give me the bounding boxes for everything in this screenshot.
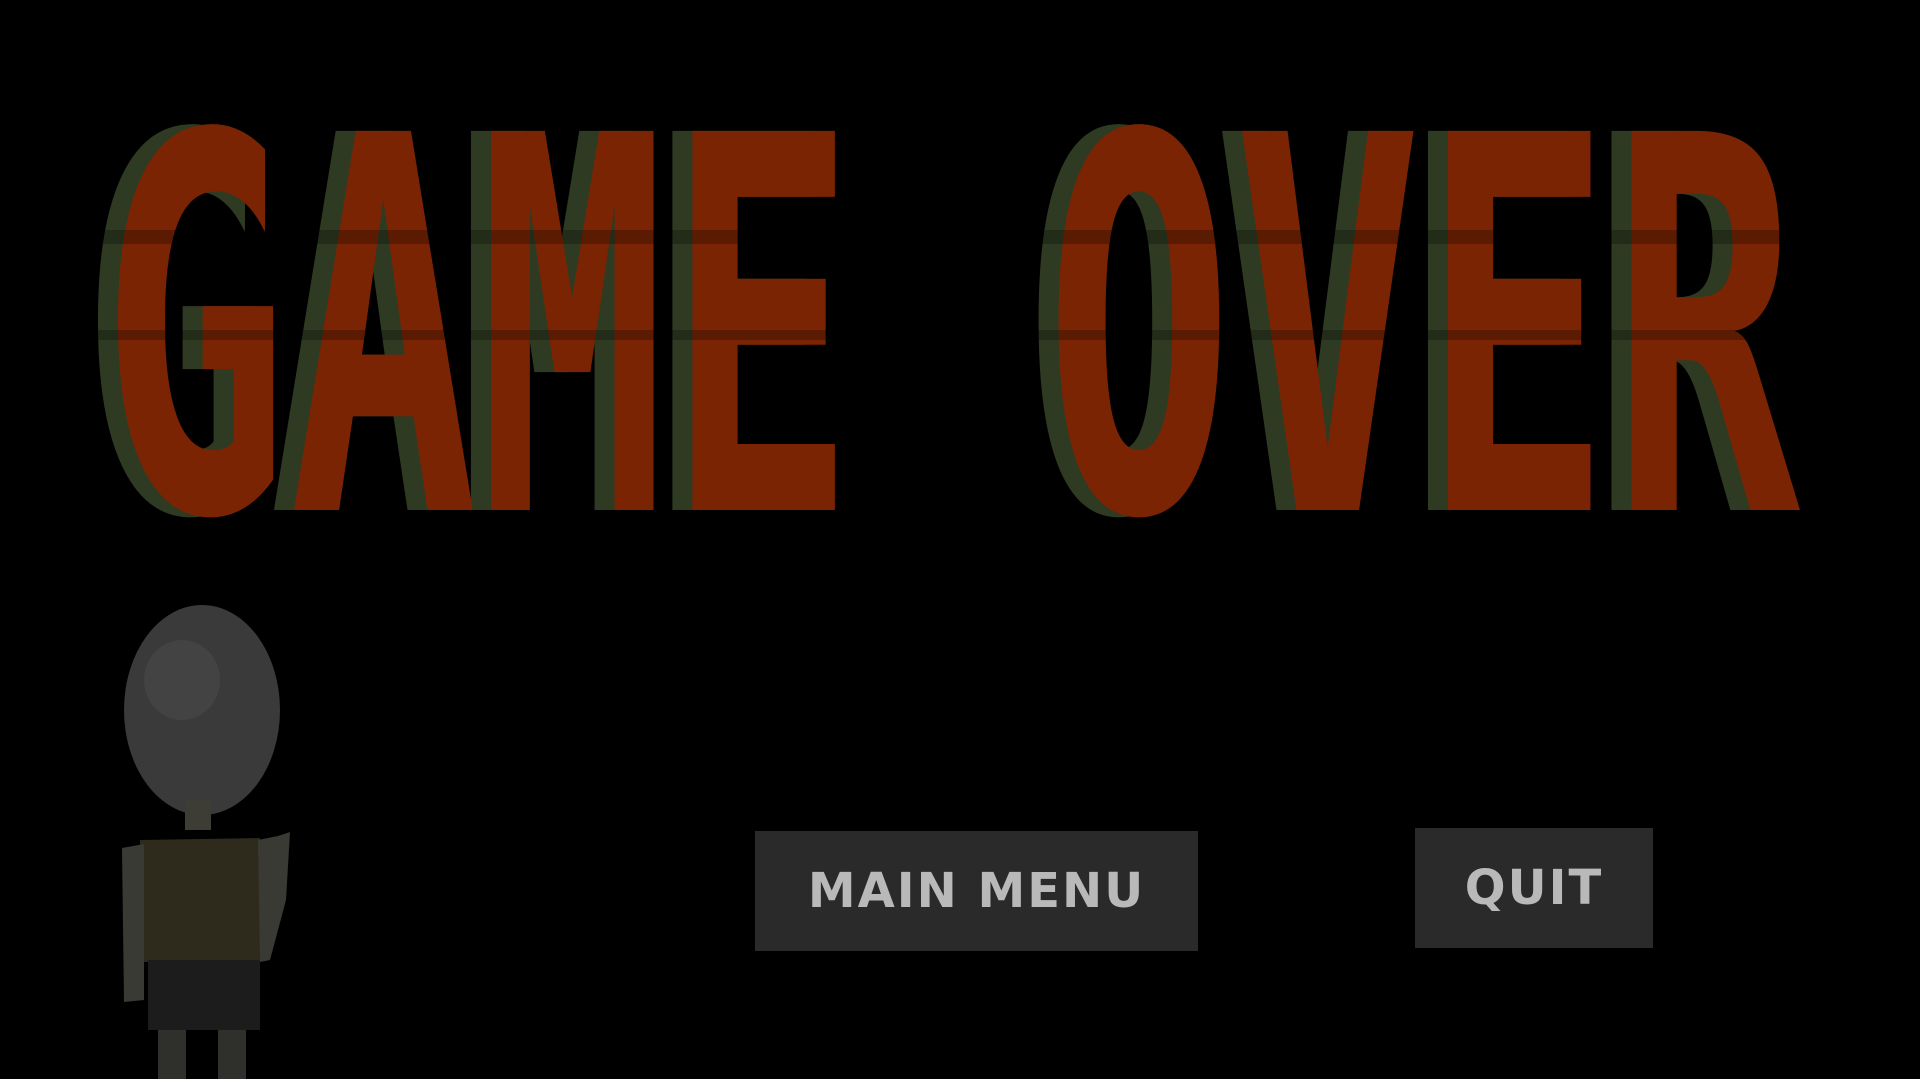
character-shirt <box>140 838 260 962</box>
glitch-band-middle <box>88 330 1868 340</box>
glitch-band-top <box>88 230 1868 244</box>
character-figure <box>122 605 290 1079</box>
main-menu-label: MAIN MENU <box>807 863 1146 919</box>
character-head-highlight <box>144 640 220 720</box>
character-left-leg <box>158 1030 186 1079</box>
character-right-arm <box>258 832 290 962</box>
boy-character-icon <box>110 600 310 1079</box>
character-shorts <box>148 960 260 1030</box>
game-over-title: GAME OVER GAME OVER <box>88 40 1868 620</box>
character-right-leg <box>218 1030 246 1079</box>
main-menu-button[interactable]: MAIN MENU <box>755 831 1198 951</box>
character-neck <box>185 800 211 830</box>
game-over-title-graphic: GAME OVER GAME OVER <box>88 40 1868 620</box>
quit-label: QUIT <box>1464 860 1604 916</box>
quit-button[interactable]: QUIT <box>1415 828 1653 948</box>
character-left-arm <box>122 844 144 1002</box>
game-over-screen: GAME OVER GAME OVER MAIN MENU QUIT <box>0 0 1920 1079</box>
